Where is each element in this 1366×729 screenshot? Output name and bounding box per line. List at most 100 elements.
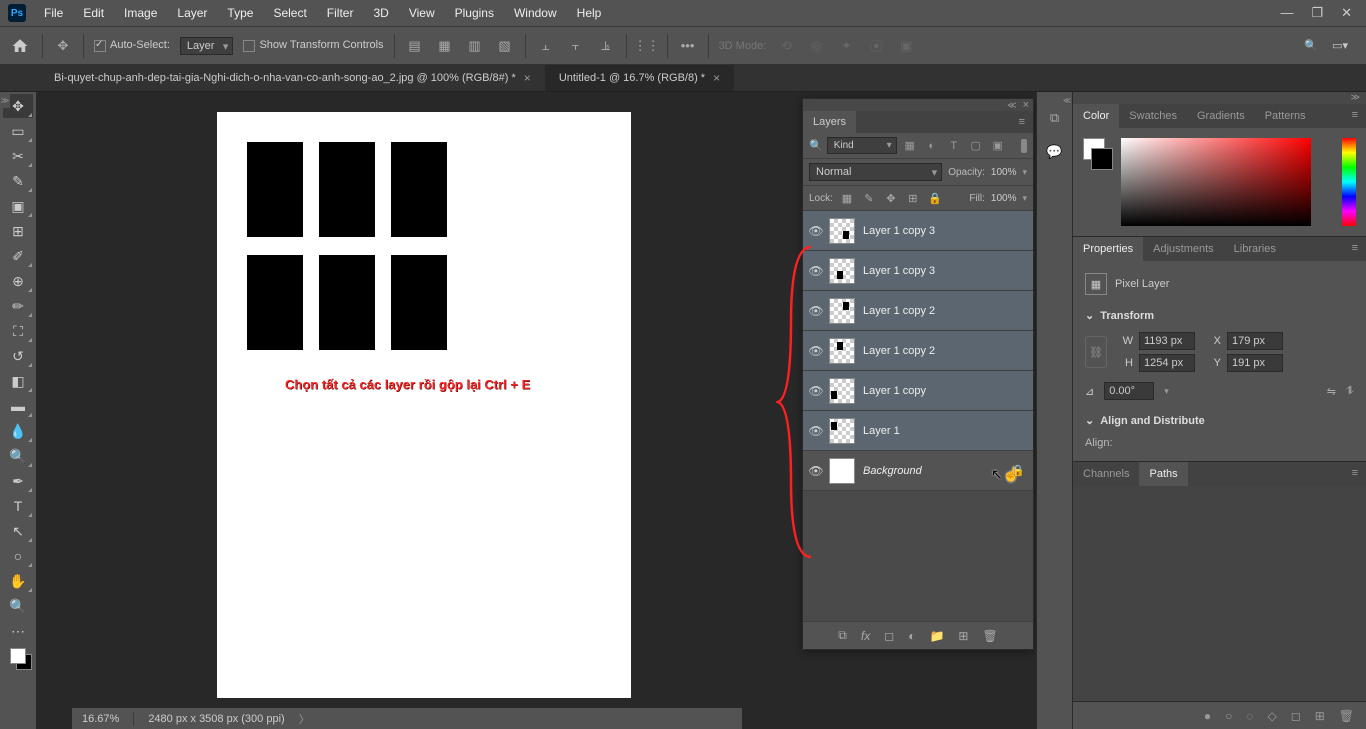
hue-slider[interactable] <box>1342 138 1356 226</box>
stamp-tool[interactable]: ⛶ <box>3 319 33 343</box>
path-select-tool[interactable]: ↖ <box>3 519 33 543</box>
layer-row[interactable]: 👁Layer 1 <box>803 411 1033 451</box>
filter-smart-icon[interactable]: ▣ <box>989 138 1007 154</box>
gradients-tab[interactable]: Gradients <box>1187 104 1255 128</box>
zoom-tool[interactable]: 🔍 <box>3 594 33 618</box>
menu-layer[interactable]: Layer <box>167 6 217 20</box>
chevron-down-icon[interactable]: ▾ <box>1022 193 1027 204</box>
frame-tool[interactable]: ⊞ <box>3 219 33 243</box>
lock-transparent-icon[interactable]: ▦ <box>839 190 855 206</box>
menu-select[interactable]: Select <box>263 6 316 20</box>
auto-select-checkbox[interactable]: Auto-Select: <box>94 39 170 51</box>
edit-toolbar[interactable]: ⋯ <box>3 619 33 643</box>
document-canvas[interactable]: Chọn tất cả các layer rồi gộp lại Ctrl +… <box>217 112 631 698</box>
layer-fx-icon[interactable]: fx <box>861 629 870 643</box>
align-center-v-icon[interactable]: ⫟ <box>566 36 586 56</box>
filter-pixel-icon[interactable]: ▦ <box>901 138 919 154</box>
filter-kind-select[interactable]: Kind <box>827 137 897 154</box>
panel-menu-icon[interactable]: ≡ <box>1344 462 1366 486</box>
chevron-right-icon[interactable]: 〉 <box>299 711 310 727</box>
adjustment-layer-icon[interactable]: ◐ <box>908 629 915 643</box>
mask-path-icon[interactable]: ◻ <box>1291 709 1301 723</box>
menu-edit[interactable]: Edit <box>73 6 114 20</box>
collapse-icon[interactable]: ≪ <box>1007 100 1016 111</box>
channels-tab[interactable]: Channels <box>1073 462 1139 486</box>
foreground-swatch[interactable] <box>10 648 26 664</box>
flip-h-icon[interactable]: ⇋ <box>1327 385 1336 398</box>
eraser-tool[interactable]: ◧ <box>3 369 33 393</box>
menu-view[interactable]: View <box>399 6 445 20</box>
layer-row[interactable]: 👁Layer 1 copy 2 <box>803 331 1033 371</box>
layer-row[interactable]: 👁Layer 1 copy 3 <box>803 251 1033 291</box>
menu-image[interactable]: Image <box>114 6 167 20</box>
close-icon[interactable]: × <box>713 71 720 85</box>
marquee-tool[interactable]: ▭ <box>3 119 33 143</box>
height-input[interactable] <box>1139 354 1195 372</box>
filter-shape-icon[interactable]: ▢ <box>967 138 985 154</box>
more-options-icon[interactable]: ••• <box>678 36 698 56</box>
panel-menu-icon[interactable]: ≡ <box>1011 111 1033 133</box>
close-icon[interactable]: × <box>1023 99 1029 111</box>
layer-row[interactable]: 👁Layer 1 copy 2 <box>803 291 1033 331</box>
layer-row[interactable]: 👁Layer 1 copy 3 <box>803 211 1033 251</box>
chevron-down-icon[interactable]: ⌄ <box>1085 309 1094 322</box>
visibility-eye-icon[interactable]: 👁 <box>803 304 829 318</box>
link-layers-icon[interactable]: ⧉ <box>838 628 847 643</box>
visibility-eye-icon[interactable]: 👁 <box>803 344 829 358</box>
properties-tab[interactable]: Properties <box>1073 237 1143 261</box>
paths-tab[interactable]: Paths <box>1139 462 1187 486</box>
chevron-down-icon[interactable]: ▾ <box>1022 167 1027 178</box>
bg-color-swatch[interactable] <box>1091 148 1113 170</box>
y-input[interactable] <box>1227 354 1283 372</box>
make-path-icon[interactable]: ◇ <box>1268 709 1277 723</box>
distribute-icon[interactable]: ⋮⋮ <box>637 36 657 56</box>
layers-tab[interactable]: Layers <box>803 111 856 133</box>
libraries-tab[interactable]: Libraries <box>1224 237 1286 261</box>
menu-help[interactable]: Help <box>567 6 612 20</box>
filter-type-icon[interactable]: T <box>945 138 963 154</box>
visibility-eye-icon[interactable]: 👁 <box>803 464 829 478</box>
group-icon[interactable]: 📁 <box>929 629 944 643</box>
fill-value[interactable]: 100% <box>991 193 1017 204</box>
align-more-icon[interactable]: ▧ <box>495 36 515 56</box>
flip-v-icon[interactable]: ⥮ <box>1346 385 1354 398</box>
panel-menu-icon[interactable]: ≡ <box>1344 237 1366 261</box>
adjustments-tab[interactable]: Adjustments <box>1143 237 1224 261</box>
history-brush-tool[interactable]: ↺ <box>3 344 33 368</box>
pen-tool[interactable]: ✒ <box>3 469 33 493</box>
window-restore[interactable]: ❐ <box>1311 5 1323 21</box>
filter-toggle[interactable] <box>1021 139 1027 153</box>
swatches-tab[interactable]: Swatches <box>1119 104 1187 128</box>
layers-panel[interactable]: ≪× Layers ≡ 🔍 Kind ▦ ◐ T ▢ ▣ Normal <box>802 98 1034 650</box>
patterns-tab[interactable]: Patterns <box>1255 104 1316 128</box>
visibility-eye-icon[interactable]: 👁 <box>803 224 829 238</box>
workspace-icon[interactable]: ▭▾ <box>1332 39 1348 52</box>
color-swatches[interactable] <box>10 644 26 678</box>
new-layer-icon[interactable]: ⊞ <box>958 629 968 643</box>
width-input[interactable] <box>1139 332 1195 350</box>
comments-panel-icon[interactable]: 💬 <box>1045 142 1065 162</box>
lock-nest-icon[interactable]: ⊞ <box>905 190 921 206</box>
dodge-tool[interactable]: 🔍 <box>3 444 33 468</box>
filter-adjust-icon[interactable]: ◐ <box>923 138 941 154</box>
visibility-eye-icon[interactable]: 👁 <box>803 264 829 278</box>
chevron-down-icon[interactable]: ▾ <box>1164 386 1169 397</box>
history-panel-icon[interactable]: ⧉ <box>1045 108 1065 128</box>
expand-left-icon[interactable]: ≫ <box>0 92 10 108</box>
shape-tool[interactable]: ○ <box>3 544 33 568</box>
canvas-area[interactable]: Chọn tất cả các layer rồi gộp lại Ctrl +… <box>36 92 1072 729</box>
lock-position-icon[interactable]: ✥ <box>883 190 899 206</box>
lock-all-icon[interactable]: 🔒 <box>927 190 943 206</box>
quick-select-tool[interactable]: ✎ <box>3 169 33 193</box>
align-left-icon[interactable]: ▤ <box>405 36 425 56</box>
gradient-tool[interactable]: ▬ <box>3 394 33 418</box>
new-path-icon[interactable]: ⊞ <box>1315 709 1325 723</box>
stroke-path-icon[interactable]: ○ <box>1225 709 1232 723</box>
align-center-h-icon[interactable]: ▦ <box>435 36 455 56</box>
type-tool[interactable]: T <box>3 494 33 518</box>
visibility-eye-icon[interactable]: 👁 <box>803 424 829 438</box>
search-icon[interactable]: 🔍 <box>1304 39 1318 52</box>
angle-input[interactable] <box>1104 382 1154 400</box>
menu-file[interactable]: File <box>34 6 73 20</box>
doc-tab-2[interactable]: Untitled-1 @ 16.7% (RGB/8) *× <box>545 65 734 91</box>
